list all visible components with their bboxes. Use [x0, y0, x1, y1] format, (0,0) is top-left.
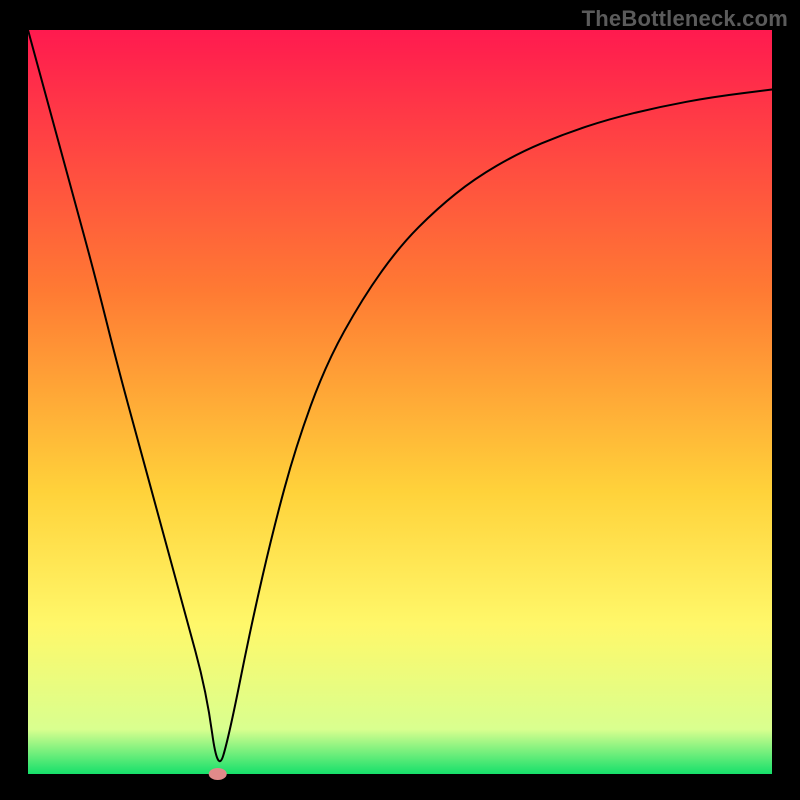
chart-frame: TheBottleneck.com	[0, 0, 800, 800]
bottleneck-chart	[0, 0, 800, 800]
min-marker	[209, 768, 227, 780]
plot-background	[28, 30, 772, 774]
